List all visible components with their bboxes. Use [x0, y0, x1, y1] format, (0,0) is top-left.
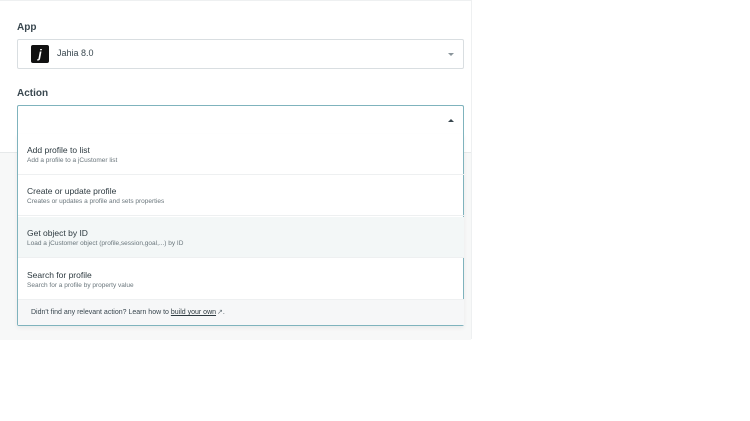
build-your-own-link[interactable]: build your own: [171, 309, 216, 316]
option-description: Creates or updates a profile and sets pr…: [27, 198, 165, 205]
action-dropdown-list: Add profile to list Add a profile to a j…: [17, 134, 464, 326]
option-title: Add profile to list: [27, 145, 90, 155]
action-select[interactable]: [17, 105, 464, 135]
option-create-or-update-profile[interactable]: Create or update profile Creates or upda…: [18, 175, 464, 216]
app-select[interactable]: j Jahia 8.0: [17, 39, 464, 69]
action-field-label: Action: [17, 88, 49, 99]
option-title: Search for profile: [27, 270, 92, 280]
option-add-profile-to-list[interactable]: Add profile to list Add a profile to a j…: [18, 134, 464, 175]
option-description: Load a jCustomer object (profile,session…: [27, 240, 184, 247]
option-get-object-by-id[interactable]: Get object by ID Load a jCustomer object…: [18, 217, 464, 258]
footer-suffix: .: [222, 309, 225, 316]
app-field-label: App: [17, 22, 37, 33]
form-panel: App j Jahia 8.0 Action Add profile to li…: [0, 0, 472, 340]
dropdown-footer: Didn't find any relevant action? Learn h…: [18, 300, 464, 325]
option-description: Search for a profile by property value: [27, 282, 134, 289]
app-selected-value: Jahia 8.0: [57, 48, 94, 58]
option-title: Get object by ID: [27, 228, 88, 238]
option-search-for-profile[interactable]: Search for profile Search for a profile …: [18, 259, 464, 300]
jahia-logo-icon: j: [31, 45, 49, 63]
chevron-up-icon: [448, 119, 454, 122]
footer-text: Didn't find any relevant action? Learn h…: [31, 308, 225, 316]
footer-prefix: Didn't find any relevant action? Learn h…: [31, 309, 171, 316]
option-title: Create or update profile: [27, 186, 117, 196]
option-description: Add a profile to a jCustomer list: [27, 157, 118, 164]
chevron-down-icon: [448, 53, 454, 56]
